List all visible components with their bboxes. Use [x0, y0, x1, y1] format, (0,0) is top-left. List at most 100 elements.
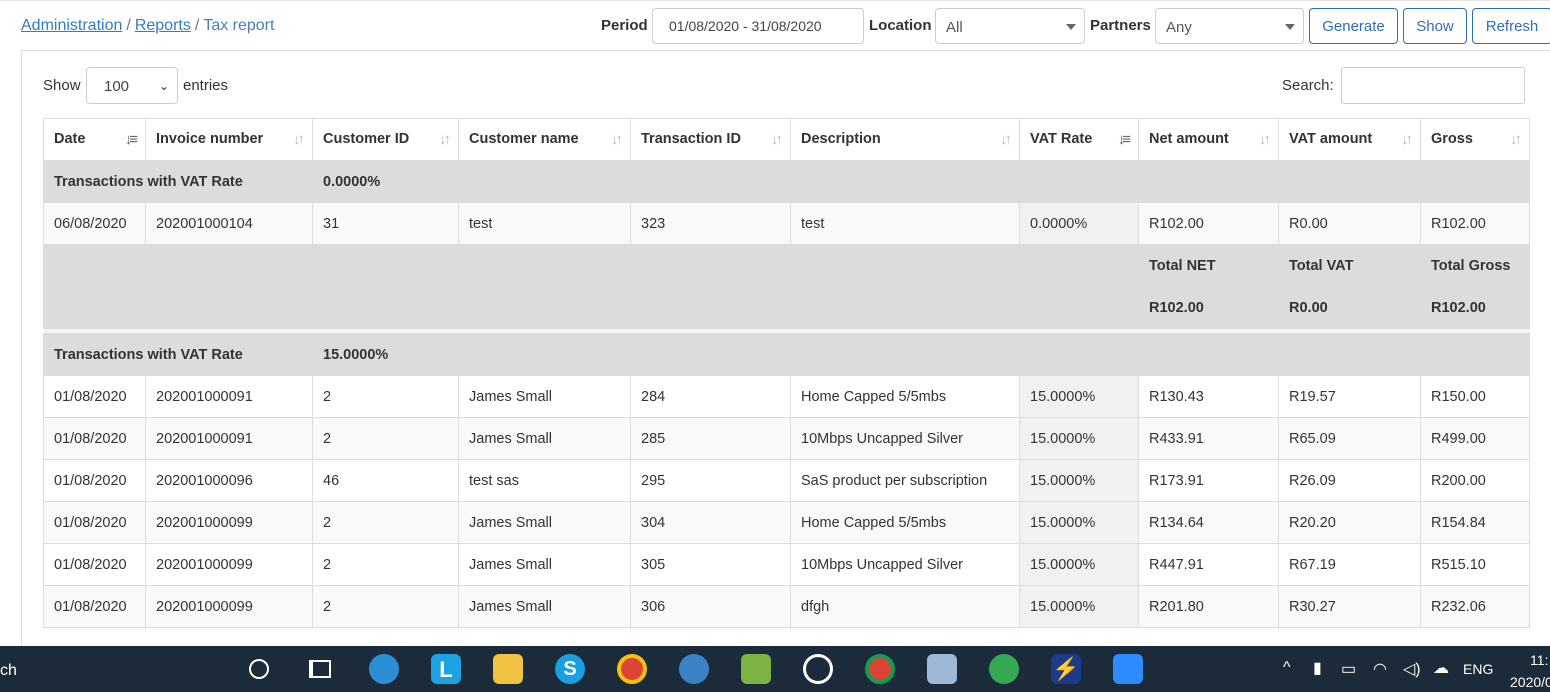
column-header-transaction-id[interactable]: Transaction ID ↓↑ [630, 118, 791, 162]
sort-icon: ↓↑ [611, 131, 623, 148]
cell-customer-name: James Small [458, 375, 631, 418]
refresh-button[interactable]: Refresh [1472, 8, 1550, 44]
cell-customer-id: 2 [312, 501, 459, 544]
sort-icon: ↓↑ [439, 131, 451, 148]
cell-invoice-number: 202001000096 [145, 459, 313, 502]
cell-transaction-id: 323 [630, 202, 791, 245]
notepad-icon[interactable] [741, 654, 771, 684]
cell-vat-rate: 15.0000% [1019, 543, 1139, 586]
table-row[interactable]: 01/08/2020 202001000091 2 James Small 28… [43, 417, 1530, 460]
battery-icon[interactable]: ▭ [1341, 659, 1356, 679]
cell-net-amount: R433.91 [1138, 417, 1279, 460]
table-row[interactable]: 01/08/2020 202001000091 2 James Small 28… [43, 375, 1530, 418]
clock-time[interactable]: 11: [1530, 652, 1548, 668]
cell-net-amount: R173.91 [1138, 459, 1279, 502]
top-bar: Administration / Reports / Tax report Period… [0, 0, 1550, 50]
column-header-net-amount[interactable]: Net amount ↓↑ [1138, 118, 1279, 162]
breadcrumb-separator: / [126, 17, 131, 34]
cell-gross: R232.06 [1420, 585, 1530, 628]
task-view-icon[interactable] [309, 660, 331, 678]
entries-select[interactable]: 100 ⌄ [86, 67, 178, 104]
keyboard-app-icon[interactable] [927, 654, 957, 684]
cortana-icon[interactable] [249, 659, 269, 679]
column-header-vat-rate[interactable]: VAT Rate ↓≡ [1019, 118, 1139, 162]
cell-customer-id: 2 [312, 585, 459, 628]
edge-icon[interactable] [369, 654, 399, 684]
taskbar-search-text[interactable]: ch [0, 662, 17, 680]
column-header-description[interactable]: Description ↓↑ [790, 118, 1020, 162]
table-row[interactable]: 01/08/2020 202001000099 2 James Small 30… [43, 543, 1530, 586]
entries-value: 100 [104, 78, 130, 95]
cell-date: 01/08/2020 [43, 417, 146, 460]
cell-description: dfgh [790, 585, 1020, 628]
breadcrumb-separator: / [194, 17, 200, 34]
column-header-label: Customer ID [323, 131, 410, 148]
column-header-label: Customer name [469, 131, 579, 148]
period-input[interactable]: 01/08/2020 - 31/08/2020 [652, 8, 864, 44]
cell-vat-amount: R0.00 [1278, 202, 1421, 245]
breadcrumb-reports[interactable]: Reports [135, 17, 191, 34]
table-row[interactable]: 01/08/2020 202001000096 46 test sas 295 … [43, 459, 1530, 502]
sort-icon: ↓↑ [771, 131, 783, 148]
cell-customer-id: 46 [312, 459, 459, 502]
cell-vat-amount: R20.20 [1278, 501, 1421, 544]
group-label: Transactions with VAT Rate [43, 333, 313, 376]
column-header-customer-name[interactable]: Customer name ↓↑ [458, 118, 631, 162]
clock-date[interactable]: 2020/0 [1510, 674, 1550, 690]
cell-net-amount: R447.91 [1138, 543, 1279, 586]
sort-ascending-icon: ↓≡ [1117, 131, 1131, 148]
cell-customer-name: test sas [458, 459, 631, 502]
cell-transaction-id: 284 [630, 375, 791, 418]
wifi-analyzer-icon[interactable] [803, 654, 833, 684]
column-header-label: VAT amount [1289, 131, 1373, 148]
search-input[interactable] [1341, 67, 1525, 104]
onedrive-icon[interactable]: ☁ [1433, 658, 1449, 678]
table-row[interactable]: 01/08/2020 202001000099 2 James Small 30… [43, 501, 1530, 544]
cell-date: 01/08/2020 [43, 375, 146, 418]
skype-icon[interactable]: S [555, 654, 585, 684]
cell-vat-amount: R26.09 [1278, 459, 1421, 502]
cell-customer-name: James Small [458, 585, 631, 628]
cell-vat-rate: 15.0000% [1019, 501, 1139, 544]
cell-gross: R515.10 [1420, 543, 1530, 586]
language-indicator[interactable]: ENG [1463, 661, 1493, 677]
total-gross-label: Total Gross [1420, 244, 1530, 287]
group-rate: 0.0000% [312, 160, 1530, 203]
group-header-row: Transactions with VAT Rate 15.0000% [43, 333, 1530, 376]
cell-invoice-number: 202001000091 [145, 417, 313, 460]
column-header-date[interactable]: Date ↓≡ [43, 118, 146, 162]
chrome-profile-icon[interactable] [617, 654, 647, 684]
volume-icon[interactable]: ◁) [1403, 659, 1421, 679]
column-header-customer-id[interactable]: Customer ID ↓↑ [312, 118, 459, 162]
zoom-icon[interactable] [1113, 654, 1143, 684]
cell-date: 01/08/2020 [43, 501, 146, 544]
wifi-icon[interactable]: ◠ [1373, 659, 1387, 679]
cell-vat-amount: R65.09 [1278, 417, 1421, 460]
cell-date: 01/08/2020 [43, 585, 146, 628]
partners-value: Any [1166, 19, 1192, 36]
cell-customer-id: 2 [312, 375, 459, 418]
show-button[interactable]: Show [1403, 8, 1467, 44]
table-row[interactable]: 01/08/2020 202001000099 2 James Small 30… [43, 585, 1530, 628]
cell-customer-name: test [458, 202, 631, 245]
app-icon[interactable] [679, 654, 709, 684]
microphone-icon[interactable]: ▮ [1313, 658, 1322, 678]
column-header-label: VAT Rate [1030, 131, 1093, 148]
chrome-icon[interactable] [865, 654, 895, 684]
file-explorer-icon[interactable] [493, 654, 523, 684]
column-header-invoice-number[interactable]: Invoice number ↓↑ [145, 118, 313, 162]
breadcrumb-administration[interactable]: Administration [21, 17, 122, 34]
chevron-up-icon[interactable]: ^ [1283, 659, 1291, 677]
cell-gross: R150.00 [1420, 375, 1530, 418]
partners-select[interactable]: Any [1155, 8, 1304, 44]
launcher-l-icon[interactable]: L [431, 654, 461, 684]
lightning-app-icon[interactable]: ⚡ [1051, 654, 1081, 684]
column-header-vat-amount[interactable]: VAT amount ↓↑ [1278, 118, 1421, 162]
column-header-label: Description [801, 131, 881, 148]
location-select[interactable]: All [935, 8, 1085, 44]
column-header-label: Net amount [1149, 131, 1229, 148]
table-row[interactable]: 06/08/2020 202001000104 31 test 323 test… [43, 202, 1530, 245]
generate-button[interactable]: Generate [1309, 8, 1398, 44]
atom-icon[interactable] [989, 654, 1019, 684]
column-header-gross[interactable]: Gross ↓↑ [1420, 118, 1530, 162]
